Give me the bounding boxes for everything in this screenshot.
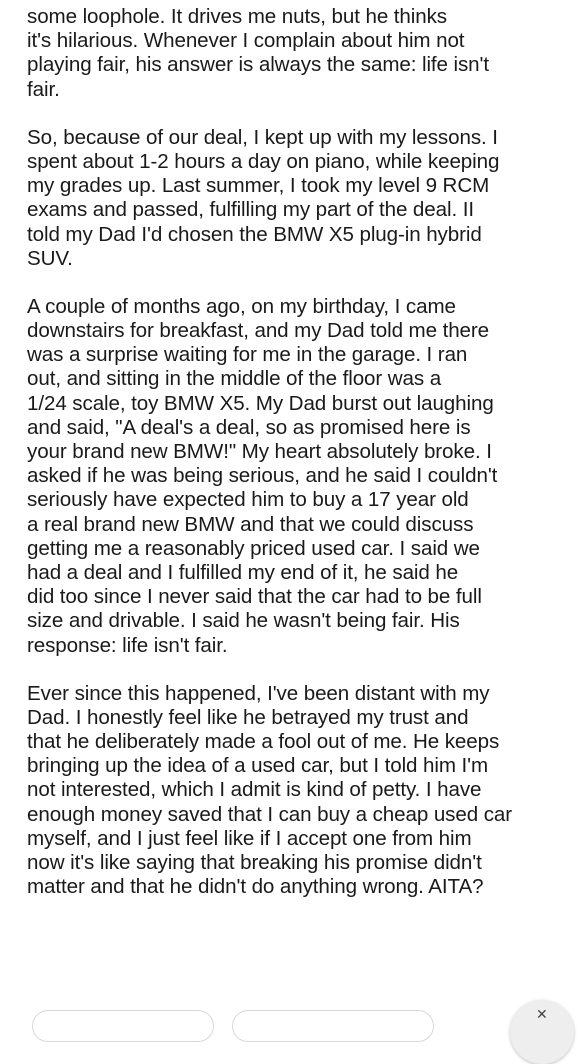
paragraph: So, because of our deal, I kept up with …	[27, 126, 572, 271]
text-line: my grades up. Last summer, I took my lev…	[27, 174, 490, 198]
text-line: out, and sitting in the middle of the fl…	[27, 367, 442, 391]
text-line: A couple of months ago, on my birthday, …	[27, 294, 456, 318]
text-line: SUV.	[27, 246, 73, 270]
text-line: seriously have expected him to buy a 17 …	[27, 488, 469, 512]
text-line: size and drivable. I said he wasn't bein…	[27, 609, 460, 633]
text-line: some loophole. It drives me nuts, but he…	[27, 5, 447, 28]
action-chip[interactable]	[232, 1010, 434, 1042]
floating-action-button[interactable]: ✕	[510, 1000, 574, 1064]
text-line: 1/24 scale, toy BMW X5. My Dad burst out…	[27, 391, 494, 415]
action-chip[interactable]	[32, 1010, 214, 1042]
bottom-action-bar: ✕	[0, 1000, 588, 1064]
text-line: not interested, which I admit is kind of…	[27, 778, 482, 802]
text-line: Ever since this happened, I've been dist…	[27, 681, 490, 705]
text-line: bringing up the idea of a used car, but …	[27, 754, 489, 778]
text-line: your brand new BMW!" My heart absolutely…	[27, 440, 492, 463]
text-line: enough money saved that I can buy a chea…	[27, 802, 513, 826]
text-line: myself, and I just feel like if I accept…	[27, 826, 472, 850]
post-body: some loophole. It drives me nuts, but he…	[27, 0, 572, 923]
text-line: getting me a reasonably priced used car.…	[27, 536, 480, 560]
text-line: response: life isn't fair.	[27, 633, 228, 657]
paragraph: some loophole. It drives me nuts, but he…	[27, 5, 572, 102]
text-line: did too since I never said that the car …	[27, 585, 482, 609]
text-line: was a surprise waiting for me in the gar…	[27, 343, 468, 367]
text-line: fair.	[27, 77, 60, 101]
text-line: asked if he was being serious, and he sa…	[27, 464, 498, 488]
text-line: matter and that he didn't do anything wr…	[27, 875, 484, 899]
text-line: had a deal and I fulfilled my end of it,…	[27, 560, 459, 584]
text-line: Dad. I honestly feel like he betrayed my…	[27, 705, 469, 729]
close-icon: ✕	[536, 1007, 548, 1023]
text-line: that he deliberately made a fool out of …	[27, 730, 500, 754]
text-line: downstairs for breakfast, and my Dad tol…	[27, 319, 490, 343]
text-line: spent about 1-2 hours a day on piano, wh…	[27, 149, 500, 173]
text-line: So, because of our deal, I kept up with …	[27, 125, 498, 149]
text-line: playing fair, his answer is always the s…	[27, 53, 489, 77]
text-line: told my Dad I'd chosen the BMW X5 plug-i…	[27, 222, 482, 246]
paragraph: A couple of months ago, on my birthday, …	[27, 295, 572, 658]
text-line: and said, "A deal's a deal, so as promis…	[27, 415, 471, 439]
text-line: it's hilarious. Whenever I complain abou…	[27, 29, 465, 53]
paragraph: Ever since this happened, I've been dist…	[27, 682, 572, 900]
text-line: now it's like saying that breaking his p…	[27, 851, 482, 874]
text-line: a real brand new BMW and that we could d…	[27, 512, 474, 536]
text-line: exams and passed, fulfilling my part of …	[27, 198, 474, 222]
